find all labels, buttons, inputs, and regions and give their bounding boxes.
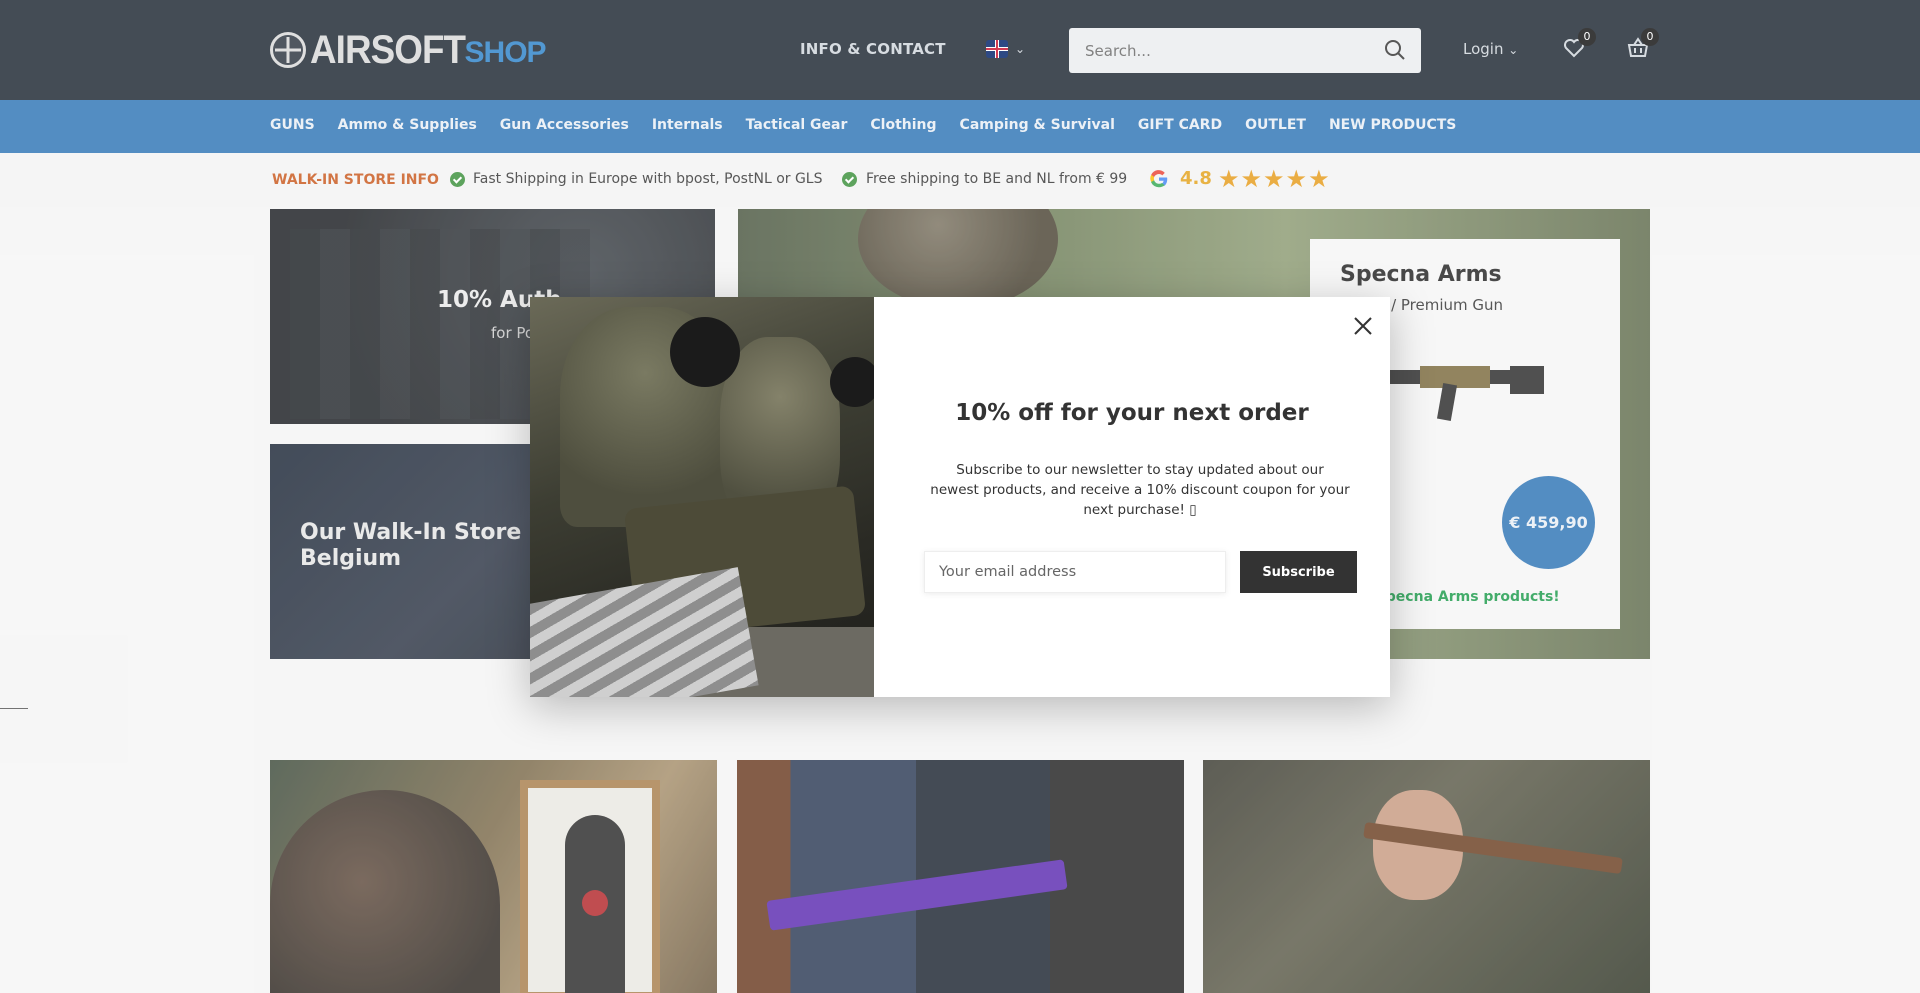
email-field[interactable] — [924, 551, 1226, 593]
modal-title: 10% off for your next order — [955, 400, 1309, 426]
modal-description: Subscribe to our newsletter to stay upda… — [930, 462, 1350, 518]
modal-soldiers-image — [530, 297, 874, 697]
close-icon[interactable] — [1350, 313, 1376, 339]
subscribe-button[interactable]: Subscribe — [1240, 551, 1357, 593]
newsletter-modal: 10% off for your next order Subscribe to… — [530, 297, 1390, 697]
